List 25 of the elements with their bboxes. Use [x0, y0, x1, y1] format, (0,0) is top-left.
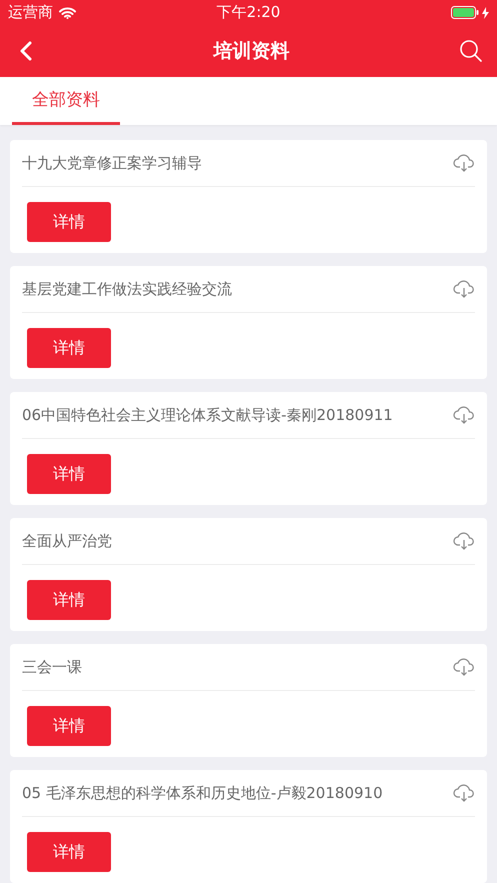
- details-button[interactable]: 详情: [27, 706, 111, 746]
- cloud-download-icon[interactable]: [453, 658, 475, 676]
- cloud-download-icon[interactable]: [453, 406, 475, 424]
- charging-icon: [482, 6, 489, 18]
- details-button[interactable]: 详情: [27, 328, 111, 368]
- details-button[interactable]: 详情: [27, 580, 111, 620]
- details-button[interactable]: 详情: [27, 202, 111, 242]
- details-button[interactable]: 详情: [27, 454, 111, 494]
- clock-time: 下午2:20: [216, 3, 280, 21]
- cloud-download-icon[interactable]: [453, 154, 475, 172]
- document-title: 基层党建工作做法实践经验交流: [22, 280, 232, 298]
- search-button[interactable]: [459, 39, 483, 63]
- details-button[interactable]: 详情: [27, 832, 111, 872]
- document-title: 十九大党章修正案学习辅导: [22, 154, 202, 172]
- document-title: 05 毛泽东思想的科学体系和历史地位-卢毅20180910: [22, 784, 383, 802]
- wifi-icon: [59, 6, 76, 18]
- page-title: 培训资料: [214, 39, 290, 64]
- cloud-download-icon[interactable]: [453, 280, 475, 298]
- document-title: 三会一课: [22, 658, 82, 676]
- document-title: 全面从严治党: [22, 532, 112, 550]
- battery-icon: [451, 6, 479, 19]
- carrier-name: 运营商: [8, 3, 53, 22]
- cloud-download-icon[interactable]: [453, 784, 475, 802]
- cloud-download-icon[interactable]: [453, 532, 475, 550]
- document-title: 06中国特色社会主义理论体系文献导读-秦刚20180911: [22, 406, 393, 424]
